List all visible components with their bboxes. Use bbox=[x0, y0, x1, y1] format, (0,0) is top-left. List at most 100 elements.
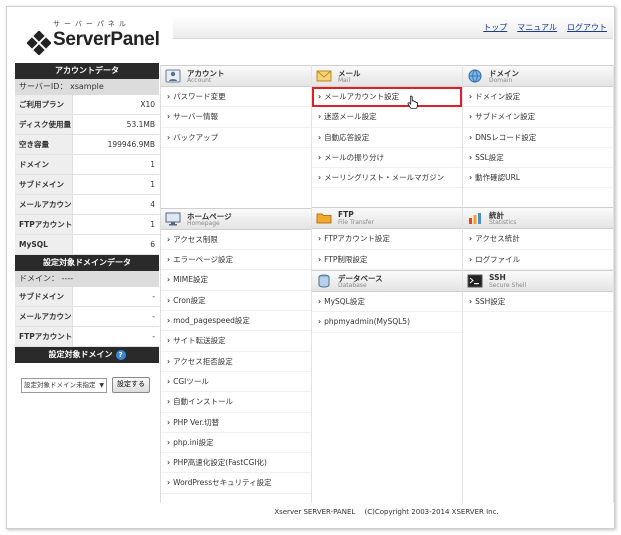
target-domain-title: 設定対象ドメイン bbox=[48, 350, 113, 359]
set-domain-button[interactable]: 設定する bbox=[112, 377, 150, 393]
menu-item-subdomain-settings[interactable]: サブドメイン設定 bbox=[463, 107, 613, 128]
help-icon[interactable]: ? bbox=[115, 349, 126, 360]
sidebar-row: FTPアカウント - bbox=[15, 327, 159, 347]
menu-item-ssl[interactable]: SSL設定 bbox=[463, 148, 613, 169]
menu-item-dns-record[interactable]: DNSレコード設定 bbox=[463, 128, 613, 148]
menu-item-error-page[interactable]: エラーページ設定 bbox=[161, 250, 311, 271]
menu-item-pagespeed[interactable]: mod_pagespeed設定 bbox=[161, 311, 311, 332]
target-domain-form: 設定対象ドメイン未指定 ▼ 設定する bbox=[15, 363, 159, 407]
logo-kana: サーバーパネル bbox=[53, 20, 130, 28]
panel-subtitle: File Transfer bbox=[338, 219, 375, 227]
row-value: X10 bbox=[140, 100, 155, 109]
menu-item-mail-account[interactable]: メールアカウント設定 bbox=[312, 87, 462, 108]
top-links: トップ マニュアル ログアウト bbox=[483, 22, 607, 33]
mail-panel-header: メール Mail bbox=[312, 65, 462, 87]
menu-item-mailing-list[interactable]: メーリングリスト・メールマガジン bbox=[312, 168, 462, 189]
row-label: ご利用プラン bbox=[15, 95, 73, 114]
row-value: 1 bbox=[150, 160, 155, 169]
menu-item-spam[interactable]: 迷惑メール設定 bbox=[312, 107, 462, 128]
menu-item-auto-reply[interactable]: 自動応答設定 bbox=[312, 128, 462, 148]
menu-item-ftp-restriction[interactable]: FTP制限設定 bbox=[312, 250, 462, 271]
top-link[interactable]: トップ bbox=[483, 22, 507, 33]
target-domain-select[interactable]: 設定対象ドメイン未指定 ▼ bbox=[21, 377, 107, 393]
panel-column-3: ドメイン Domain ドメイン設定 サブドメイン設定 DNSレコード設定 SS… bbox=[463, 65, 614, 503]
row-label: MySQL bbox=[15, 235, 73, 254]
sidebar-row: ディスク使用量 53.1MB bbox=[15, 115, 159, 135]
sidebar-row: FTPアカウント 1 bbox=[15, 215, 159, 235]
menu-item-auto-install[interactable]: 自動インストール bbox=[161, 392, 311, 413]
monitor-icon bbox=[165, 212, 181, 226]
menu-item-log-files[interactable]: ログファイル bbox=[463, 250, 613, 271]
row-value: - bbox=[152, 292, 155, 301]
menu-item-wordpress-security[interactable]: WordPressセキュリティ設定 bbox=[161, 473, 311, 494]
menu-item-server-info[interactable]: サーバー情報 bbox=[161, 107, 311, 128]
row-value: - bbox=[152, 312, 155, 321]
row-label: メールアカウント bbox=[15, 195, 73, 214]
menu-item-backup[interactable]: バックアップ bbox=[161, 128, 311, 148]
row-label: サブドメイン bbox=[15, 175, 73, 194]
serverpanel-logo[interactable]: サーバーパネル ServerPanel bbox=[27, 17, 167, 59]
menu-item-cgi-tools[interactable]: CGIツール bbox=[161, 372, 311, 393]
menu-item-site-redirect[interactable]: サイト転送設定 bbox=[161, 331, 311, 352]
sidebar-row: サブドメイン - bbox=[15, 287, 159, 307]
panel-subtitle: Account bbox=[187, 77, 212, 84]
sidebar-row: サブドメイン 1 bbox=[15, 175, 159, 195]
row-label: ドメイン bbox=[15, 155, 73, 174]
row-label: FTPアカウント bbox=[15, 215, 73, 234]
logo-diamond-icon bbox=[27, 31, 51, 55]
menu-item-php-ini[interactable]: php.ini設定 bbox=[161, 433, 311, 454]
panel-subtitle: Homepage bbox=[187, 219, 220, 227]
menu-item-access-stats[interactable]: アクセス統計 bbox=[463, 229, 613, 250]
logout-link[interactable]: ログアウト bbox=[567, 22, 607, 33]
panel-subtitle: Domain bbox=[489, 77, 513, 84]
menu-item-phpmyadmin[interactable]: phpmyadmin(MySQL5) bbox=[312, 312, 462, 333]
menu-item-domain-settings[interactable]: ドメイン設定 bbox=[463, 87, 613, 108]
server-id: サーバーID： xsample bbox=[15, 79, 159, 95]
panel-column-2: メール Mail メールアカウント設定 迷惑メール設定 自動応答設定 メールの振… bbox=[312, 65, 463, 503]
menu-item-fastcgi[interactable]: PHP高速化設定(FastCGI化) bbox=[161, 453, 311, 474]
row-value: - bbox=[152, 332, 155, 341]
panel-subtitle: Statistics bbox=[489, 219, 517, 227]
menu-item-php-version[interactable]: PHP Ver.切替 bbox=[161, 413, 311, 433]
target-domain-heading: 設定対象ドメイン? bbox=[15, 347, 159, 363]
menu-item-mail-filter[interactable]: メールの振り分け bbox=[312, 148, 462, 169]
ftp-panel-header: FTP File Transfer bbox=[312, 207, 462, 230]
menu-item-mime[interactable]: MIME設定 bbox=[161, 270, 311, 291]
envelope-icon bbox=[316, 70, 332, 82]
row-value: 199946.9MB bbox=[107, 140, 155, 149]
menu-item-mysql[interactable]: MySQL設定 bbox=[312, 292, 462, 313]
menu-item-verify-url[interactable]: 動作確認URL bbox=[463, 168, 613, 189]
menu-item-ssh-settings[interactable]: SSH設定 bbox=[463, 292, 613, 313]
domain-label: ドメイン： ---- bbox=[15, 271, 159, 287]
row-label: ディスク使用量 bbox=[15, 115, 73, 134]
sidebar-row: ご利用プラン X10 bbox=[15, 95, 159, 115]
menu-item-cron[interactable]: Cron設定 bbox=[161, 291, 311, 312]
menu-item-password-change[interactable]: パスワード変更 bbox=[161, 87, 311, 108]
menu-item-access-restriction[interactable]: アクセス制限 bbox=[161, 230, 311, 251]
manual-link[interactable]: マニュアル bbox=[517, 22, 557, 33]
database-panel-header: データベース Database bbox=[312, 270, 462, 293]
sidebar-row: 空き容量 199946.9MB bbox=[15, 135, 159, 155]
folder-icon bbox=[316, 213, 332, 224]
panel-column-1: アカウント Account パスワード変更 サーバー情報 バックアップ ホームペ… bbox=[161, 65, 312, 503]
sidebar: アカウントデータ サーバーID： xsample ご利用プラン X10 ディスク使… bbox=[15, 63, 159, 407]
row-value: 1 bbox=[150, 220, 155, 229]
homepage-panel-header: ホームページ Homepage bbox=[161, 207, 311, 230]
row-value: 4 bbox=[150, 200, 155, 209]
menu-item-ftp-account[interactable]: FTPアカウント設定 bbox=[312, 229, 462, 250]
row-value: 53.1MB bbox=[126, 120, 155, 129]
panel-title: FTP bbox=[338, 210, 354, 220]
panel-subtitle: Database bbox=[338, 282, 367, 290]
panel-title: SSH bbox=[489, 273, 506, 283]
sidebar-row: ドメイン 1 bbox=[15, 155, 159, 175]
bar-chart-icon bbox=[469, 213, 481, 225]
account-data-heading: アカウントデータ bbox=[15, 63, 159, 79]
globe-icon bbox=[468, 69, 482, 83]
panel-subtitle: Mail bbox=[338, 77, 351, 84]
stats-panel-header: 統計 Statistics bbox=[463, 207, 613, 230]
row-label: FTPアカウント bbox=[15, 327, 73, 346]
menu-item-access-deny[interactable]: アクセス拒否設定 bbox=[161, 352, 311, 372]
account-panel-header: アカウント Account bbox=[161, 65, 311, 87]
panel-grid: アカウント Account パスワード変更 サーバー情報 バックアップ ホームペ… bbox=[160, 65, 614, 503]
